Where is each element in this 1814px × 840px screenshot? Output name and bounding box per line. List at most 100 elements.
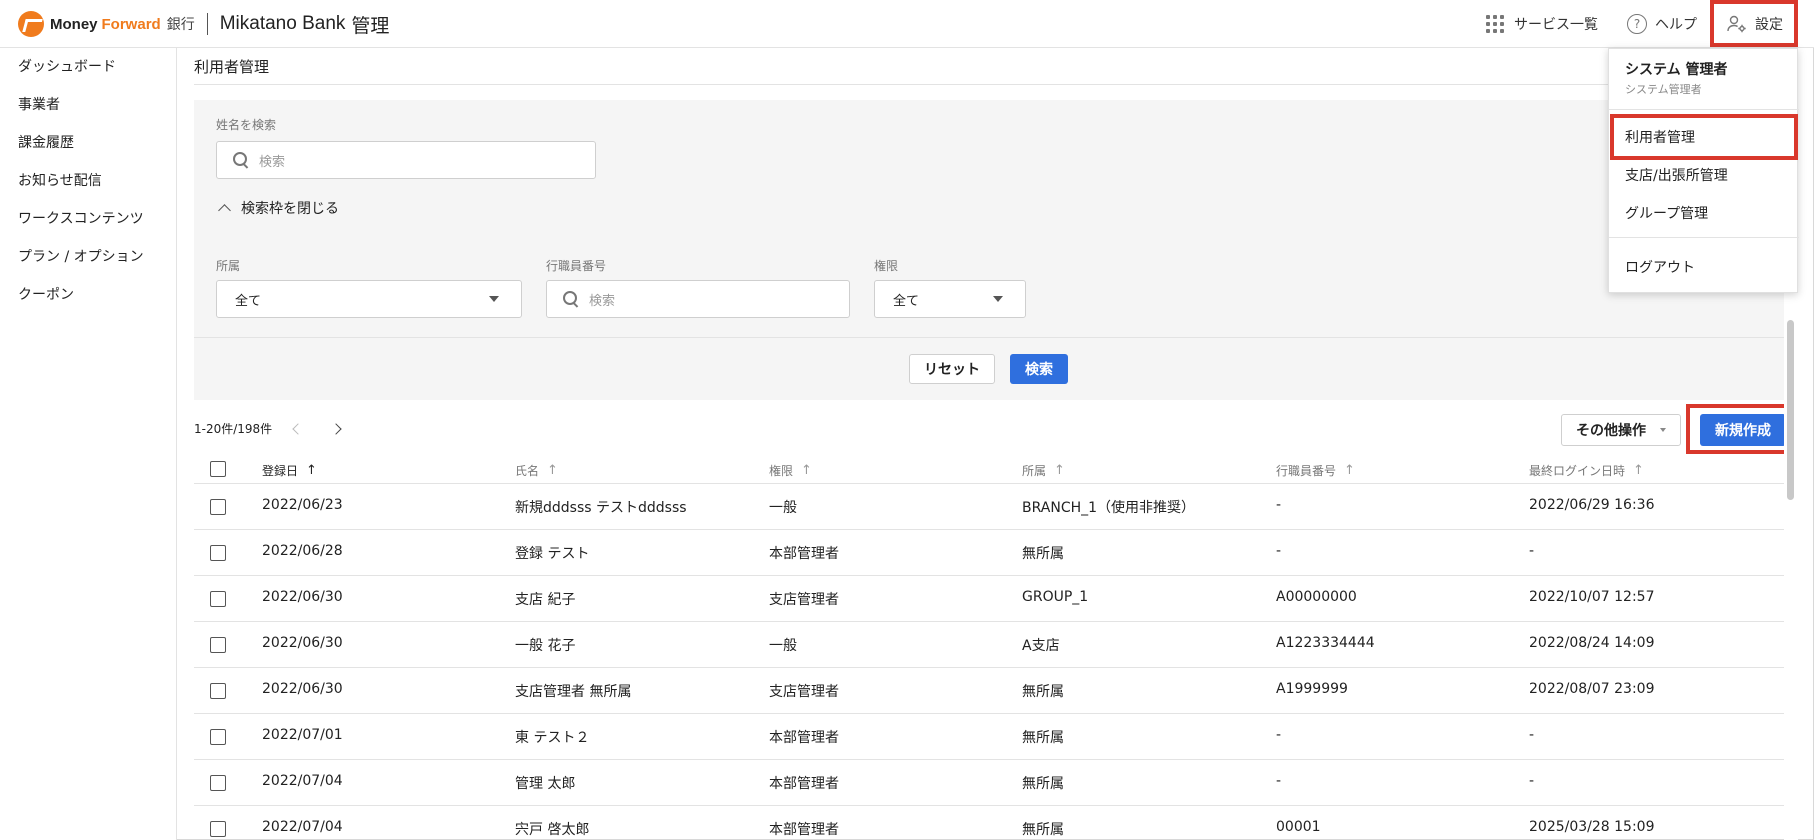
cell-staff-number: -	[1276, 497, 1282, 513]
table-row[interactable]: 2022/07/04 管理 太郎 本部管理者 無所属 - -	[194, 760, 1784, 806]
cell-registered: 2022/07/01	[262, 727, 343, 743]
arrow-up-icon: ↑	[1054, 463, 1065, 478]
cell-affiliation: 無所属	[1022, 730, 1064, 746]
chevron-right-icon[interactable]	[330, 422, 342, 435]
settings-label: 設定	[1755, 17, 1783, 33]
question-circle-icon: ?	[1627, 14, 1647, 34]
settings-button[interactable]: 設定	[1727, 12, 1783, 36]
menu-item-group-management[interactable]: グループ管理	[1625, 203, 1708, 223]
more-actions-label: その他操作	[1576, 423, 1646, 439]
search-icon	[563, 291, 579, 307]
table-row[interactable]: 2022/06/28 登録 テスト 本部管理者 無所属 - -	[194, 530, 1784, 576]
table-row[interactable]: 2022/07/01 東 テスト２ 本部管理者 無所属 - -	[194, 714, 1784, 760]
cell-registered: 2022/06/30	[262, 589, 343, 605]
scrollbar-thumb[interactable]	[1787, 320, 1794, 500]
table-row[interactable]: 2022/06/23 新規dddsss テストdddsss 一般 BRANCH_1（使…	[194, 484, 1784, 530]
logo-forward-text: Forward	[101, 15, 161, 33]
cell-staff-number: -	[1276, 773, 1282, 789]
cell-registered: 2022/06/28	[262, 543, 343, 559]
cell-staff-number: A1999999	[1276, 681, 1348, 697]
menu-user-role: システム管理者	[1625, 83, 1702, 96]
cell-affiliation: 無所属	[1022, 776, 1064, 792]
collapse-search-toggle[interactable]: 検索枠を閉じる	[218, 198, 339, 218]
arrow-up-icon: ↑	[1633, 463, 1644, 478]
cell-last-login: -	[1529, 773, 1535, 789]
cell-registered: 2022/07/04	[262, 819, 343, 835]
sidebar-item-coupons[interactable]: クーポン	[18, 284, 74, 304]
row-checkbox[interactable]	[210, 499, 226, 515]
cell-staff-number: -	[1276, 727, 1282, 743]
search-icon	[233, 152, 249, 168]
row-checkbox[interactable]	[210, 729, 226, 745]
column-header-last-login[interactable]: 最終ログイン日時 ↑	[1529, 462, 1644, 479]
cell-affiliation: 無所属	[1022, 822, 1064, 838]
table-row[interactable]: 2022/07/04 宍戸 啓太郎 本部管理者 無所属 00001 2025/03/28 …	[194, 806, 1784, 840]
help-button[interactable]: ? ヘルプ	[1627, 12, 1697, 36]
cell-role: 支店管理者	[769, 592, 839, 608]
row-checkbox[interactable]	[210, 821, 226, 837]
cell-role: 一般	[769, 500, 797, 516]
collapse-search-label: 検索枠を閉じる	[241, 201, 339, 217]
cell-name: 支店管理者 無所属	[515, 684, 632, 700]
name-search-placeholder: 検索	[259, 154, 286, 170]
table-row[interactable]: 2022/06/30 支店管理者 無所属 支店管理者 無所属 A1999999 2022/…	[194, 668, 1784, 714]
cell-role: 本部管理者	[769, 822, 839, 838]
column-header-label: 行職員番号	[1276, 464, 1337, 478]
money-forward-logo-icon	[18, 11, 44, 37]
sidebar-item-dashboard[interactable]: ダッシュボード	[18, 56, 116, 76]
cell-last-login: -	[1529, 543, 1535, 559]
sidebar-item-plan-options[interactable]: プラン / オプション	[18, 246, 144, 266]
menu-item-branch-management[interactable]: 支店/出張所管理	[1625, 165, 1728, 185]
column-header-label: 権限	[769, 464, 794, 478]
menu-item-user-management[interactable]: 利用者管理	[1625, 127, 1695, 147]
logo-suffix-text: 管理	[351, 15, 390, 37]
affiliation-select[interactable]: 全て	[216, 280, 522, 318]
cell-affiliation: A支店	[1022, 638, 1060, 654]
table-row[interactable]: 2022/06/30 支店 紀子 支店管理者 GROUP_1 A00000000 2022…	[194, 576, 1784, 622]
cell-staff-number: A1223334444	[1276, 635, 1375, 651]
cell-last-login: 2022/10/07 12:57	[1529, 589, 1655, 605]
cell-name: 管理 太郎	[515, 776, 576, 792]
app-grid-icon	[1486, 15, 1504, 33]
cell-role: 本部管理者	[769, 776, 839, 792]
create-new-button[interactable]: 新規作成	[1700, 414, 1786, 446]
cell-registered: 2022/06/23	[262, 497, 343, 513]
reset-button[interactable]: リセット	[909, 354, 995, 384]
row-checkbox[interactable]	[210, 683, 226, 699]
sidebar-item-billing-history[interactable]: 課金履歴	[18, 132, 74, 152]
column-header-name[interactable]: 氏名 ↑	[515, 462, 558, 479]
row-checkbox[interactable]	[210, 591, 226, 607]
sidebar-item-works-contents[interactable]: ワークスコンテンツ	[18, 208, 144, 228]
sidebar-item-businesses[interactable]: 事業者	[18, 94, 60, 114]
cell-name: 新規dddsss テストdddsss	[515, 500, 687, 516]
role-select[interactable]: 全て	[874, 280, 1026, 318]
row-checkbox[interactable]	[210, 545, 226, 561]
services-menu-button[interactable]: サービス一覧	[1486, 12, 1598, 36]
page-title: 利用者管理	[194, 58, 270, 76]
settings-dropdown-menu: システム 管理者 システム管理者 利用者管理 支店/出張所管理 グループ管理 ロ…	[1608, 48, 1799, 293]
app-logo[interactable]: Money Forward 銀行 Mikatano Bank 管理	[18, 11, 389, 37]
cell-last-login: 2025/03/28 15:09	[1529, 819, 1655, 835]
menu-item-logout[interactable]: ログアウト	[1625, 257, 1695, 277]
staff-number-input[interactable]: 検索	[546, 280, 850, 318]
cell-last-login: 2022/06/29 16:36	[1529, 497, 1655, 513]
more-actions-button[interactable]: その他操作	[1561, 414, 1681, 446]
column-header-staff-number[interactable]: 行職員番号 ↑	[1276, 462, 1355, 479]
sidebar-item-notifications[interactable]: お知らせ配信	[18, 170, 102, 190]
search-button[interactable]: 検索	[1010, 354, 1068, 384]
user-gear-icon	[1727, 15, 1746, 33]
name-search-input[interactable]: 検索	[216, 141, 596, 179]
column-header-affiliation[interactable]: 所属 ↑	[1022, 462, 1065, 479]
logo-bank-text: 銀行	[166, 17, 195, 33]
column-header-registered[interactable]: 登録日 ↑	[262, 462, 317, 479]
row-checkbox[interactable]	[210, 637, 226, 653]
column-header-role[interactable]: 権限 ↑	[769, 462, 812, 479]
role-label: 権限	[874, 259, 899, 273]
select-all-checkbox[interactable]	[210, 461, 226, 477]
table-row[interactable]: 2022/06/30 一般 花子 一般 A支店 A1223334444 2022/08/2…	[194, 622, 1784, 668]
chevron-left-icon[interactable]	[292, 422, 304, 435]
row-checkbox[interactable]	[210, 775, 226, 791]
arrow-up-icon: ↑	[547, 463, 558, 478]
staff-number-placeholder: 検索	[589, 293, 616, 309]
cell-affiliation: BRANCH_1（使用非推奨）	[1022, 500, 1196, 516]
